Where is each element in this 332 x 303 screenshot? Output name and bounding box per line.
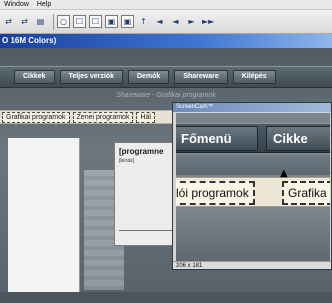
swap-icon-2[interactable]: ⇄ <box>18 15 31 28</box>
panel-divider <box>119 230 179 231</box>
pin-icon[interactable]: ↑ <box>137 15 150 28</box>
page-icon[interactable]: ☐ <box>73 15 86 28</box>
magnified-lower-area <box>176 208 330 261</box>
frame-icon[interactable]: ▣ <box>105 15 118 28</box>
skip-back-icon[interactable]: ◄ <box>153 15 166 28</box>
back-icon[interactable]: ◄ <box>169 15 182 28</box>
nav-demok[interactable]: Demók <box>127 70 170 84</box>
program-list-pane[interactable] <box>8 138 80 303</box>
magnified-nav-cikke[interactable]: Cikke <box>266 126 330 151</box>
program-name: [programne <box>119 147 164 156</box>
nav-cikkek[interactable]: Cikkek <box>14 70 55 84</box>
magnifier-window[interactable]: ScreenCam™ Főmenü Cikke lói programok Gr… <box>172 102 332 270</box>
toolbar: ⇄ ⇄ ▤ ○ ☐ ☐ ▣ ▣ ↑ ◄ ◄ ► ►► <box>0 10 332 34</box>
magnified-tabs: lói programok Grafika <box>176 177 330 207</box>
nav-kilepes[interactable]: Kilépés <box>232 70 276 84</box>
fast-forward-icon[interactable]: ►► <box>201 15 214 28</box>
menu-window[interactable]: Window <box>4 1 29 8</box>
page-icon-2[interactable]: ☐ <box>89 15 102 28</box>
magnified-tab-programok[interactable]: lói programok <box>176 181 255 205</box>
program-detail-panel: [programne [leírás] <box>114 142 180 246</box>
magnified-nav-fomenu[interactable]: Főmenü <box>176 126 258 151</box>
swap-icon[interactable]: ⇄ <box>2 15 15 28</box>
menu-bar: Window Help <box>0 0 332 10</box>
screenshot-area: Window Help ⇄ ⇄ ▤ ○ ☐ ☐ ▣ ▣ ↑ ◄ ◄ ► ►► O… <box>0 0 332 303</box>
site-nav-bar: Cikkek Teljes verziók Demók Shareware Ki… <box>0 66 332 88</box>
tab-grafikai-programok[interactable]: Grafikai programok <box>2 111 70 123</box>
magnifier-size-readout: 206 x 181 <box>173 261 331 269</box>
tab-zenei-programok[interactable]: Zenei programok <box>72 111 134 123</box>
mouse-cursor-icon: ▲ <box>280 168 288 179</box>
play-icon[interactable]: ► <box>185 15 198 28</box>
magnifier-view: Főmenü Cikke lói programok Grafika ▲ <box>176 113 330 261</box>
magnified-subheader <box>176 155 330 175</box>
magnified-nav-bar: Főmenü Cikke <box>176 123 330 153</box>
grid-icon[interactable]: ▤ <box>34 15 47 28</box>
tab-hal[interactable]: Hál <box>136 111 155 123</box>
window-titlebar: O 16M Colors) <box>0 34 332 48</box>
magnified-tab-grafika[interactable]: Grafika <box>282 181 330 205</box>
bottom-edge <box>0 292 332 303</box>
section-heading: Shareware - Grafikai programok <box>116 92 216 99</box>
nav-teljes-verziok[interactable]: Teljes verziók <box>59 70 123 84</box>
toolbar-divider <box>53 13 54 30</box>
menu-help[interactable]: Help <box>37 1 51 8</box>
program-description: [leírás] <box>119 158 135 164</box>
magnifier-titlebar[interactable]: ScreenCam™ <box>173 103 331 112</box>
nav-shareware[interactable]: Shareware <box>174 70 228 84</box>
frame-icon-2[interactable]: ▣ <box>121 15 134 28</box>
record-icon[interactable]: ○ <box>57 15 70 28</box>
